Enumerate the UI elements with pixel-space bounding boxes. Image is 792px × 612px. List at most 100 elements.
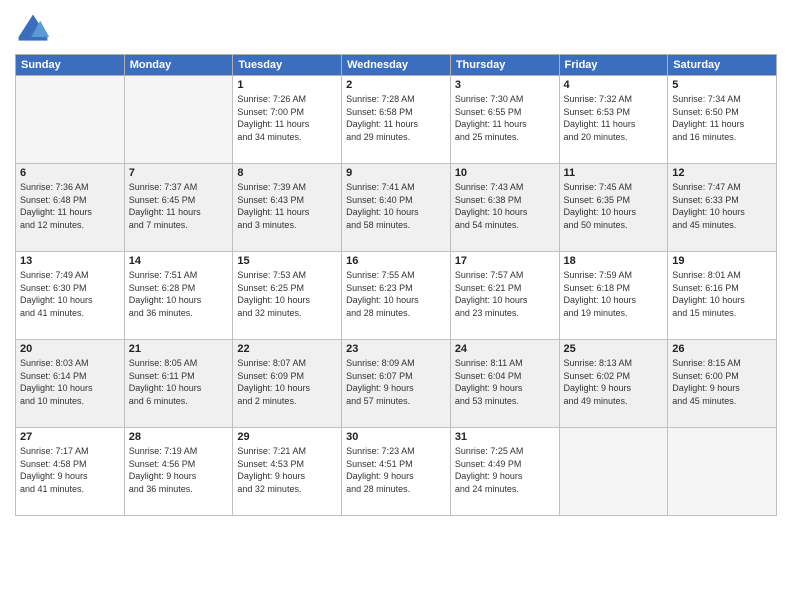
- calendar-cell: [559, 428, 668, 516]
- calendar-cell: 31 Sunrise: 7:25 AM Sunset: 4:49 PM Dayli…: [450, 428, 559, 516]
- calendar-cell: 10 Sunrise: 7:43 AM Sunset: 6:38 PM Dayli…: [450, 164, 559, 252]
- calendar-cell: 26 Sunrise: 8:15 AM Sunset: 6:00 PM Dayli…: [668, 340, 777, 428]
- day-number: 28: [129, 431, 229, 443]
- day-number: 24: [455, 343, 555, 355]
- calendar-cell: 29 Sunrise: 7:21 AM Sunset: 4:53 PM Dayli…: [233, 428, 342, 516]
- day-number: 25: [564, 343, 664, 355]
- day-number: 16: [346, 255, 446, 267]
- day-info: Sunrise: 7:57 AM Sunset: 6:21 PM Dayligh…: [455, 269, 555, 319]
- day-number: 7: [129, 167, 229, 179]
- day-info: Sunrise: 7:53 AM Sunset: 6:25 PM Dayligh…: [237, 269, 337, 319]
- day-info: Sunrise: 7:41 AM Sunset: 6:40 PM Dayligh…: [346, 181, 446, 231]
- day-info: Sunrise: 8:11 AM Sunset: 6:04 PM Dayligh…: [455, 357, 555, 407]
- day-info: Sunrise: 8:01 AM Sunset: 6:16 PM Dayligh…: [672, 269, 772, 319]
- day-info: Sunrise: 7:30 AM Sunset: 6:55 PM Dayligh…: [455, 93, 555, 143]
- day-info: Sunrise: 7:32 AM Sunset: 6:53 PM Dayligh…: [564, 93, 664, 143]
- calendar-row-3: 13 Sunrise: 7:49 AM Sunset: 6:30 PM Dayli…: [16, 252, 777, 340]
- day-number: 10: [455, 167, 555, 179]
- calendar-cell: 1 Sunrise: 7:26 AM Sunset: 7:00 PM Daylig…: [233, 76, 342, 164]
- day-info: Sunrise: 7:25 AM Sunset: 4:49 PM Dayligh…: [455, 445, 555, 495]
- day-info: Sunrise: 7:51 AM Sunset: 6:28 PM Dayligh…: [129, 269, 229, 319]
- day-info: Sunrise: 8:05 AM Sunset: 6:11 PM Dayligh…: [129, 357, 229, 407]
- day-number: 1: [237, 79, 337, 91]
- weekday-header-sunday: Sunday: [16, 55, 125, 76]
- calendar-cell: 23 Sunrise: 8:09 AM Sunset: 6:07 PM Dayli…: [342, 340, 451, 428]
- calendar-cell: 28 Sunrise: 7:19 AM Sunset: 4:56 PM Dayli…: [124, 428, 233, 516]
- calendar-cell: 20Sunrise: 8:03 AM Sunset: 6:14 PM Dayli…: [16, 340, 125, 428]
- calendar-row-4: 20Sunrise: 8:03 AM Sunset: 6:14 PM Dayli…: [16, 340, 777, 428]
- calendar-cell: 13 Sunrise: 7:49 AM Sunset: 6:30 PM Dayli…: [16, 252, 125, 340]
- day-info: Sunrise: 7:23 AM Sunset: 4:51 PM Dayligh…: [346, 445, 446, 495]
- day-number: 4: [564, 79, 664, 91]
- day-info: Sunrise: 7:21 AM Sunset: 4:53 PM Dayligh…: [237, 445, 337, 495]
- calendar-cell: 21 Sunrise: 8:05 AM Sunset: 6:11 PM Dayli…: [124, 340, 233, 428]
- day-number: 3: [455, 79, 555, 91]
- calendar-cell: 25 Sunrise: 8:13 AM Sunset: 6:02 PM Dayli…: [559, 340, 668, 428]
- day-info: Sunrise: 7:45 AM Sunset: 6:35 PM Dayligh…: [564, 181, 664, 231]
- calendar-cell: 16 Sunrise: 7:55 AM Sunset: 6:23 PM Dayli…: [342, 252, 451, 340]
- calendar-cell: 24 Sunrise: 8:11 AM Sunset: 6:04 PM Dayli…: [450, 340, 559, 428]
- day-number: 26: [672, 343, 772, 355]
- day-number: 12: [672, 167, 772, 179]
- day-info: Sunrise: 7:47 AM Sunset: 6:33 PM Dayligh…: [672, 181, 772, 231]
- calendar-cell: 4 Sunrise: 7:32 AM Sunset: 6:53 PM Daylig…: [559, 76, 668, 164]
- day-info: Sunrise: 7:34 AM Sunset: 6:50 PM Dayligh…: [672, 93, 772, 143]
- weekday-header-friday: Friday: [559, 55, 668, 76]
- day-number: 30: [346, 431, 446, 443]
- day-info: Sunrise: 7:55 AM Sunset: 6:23 PM Dayligh…: [346, 269, 446, 319]
- day-number: 23: [346, 343, 446, 355]
- day-info: Sunrise: 7:39 AM Sunset: 6:43 PM Dayligh…: [237, 181, 337, 231]
- calendar-cell: 27 Sunrise: 7:17 AM Sunset: 4:58 PM Dayli…: [16, 428, 125, 516]
- day-info: Sunrise: 7:36 AM Sunset: 6:48 PM Dayligh…: [20, 181, 120, 231]
- day-number: 8: [237, 167, 337, 179]
- day-number: 11: [564, 167, 664, 179]
- day-number: 31: [455, 431, 555, 443]
- logo-icon: [15, 10, 51, 46]
- day-info: Sunrise: 7:37 AM Sunset: 6:45 PM Dayligh…: [129, 181, 229, 231]
- weekday-header-thursday: Thursday: [450, 55, 559, 76]
- day-info: Sunrise: 7:28 AM Sunset: 6:58 PM Dayligh…: [346, 93, 446, 143]
- calendar-row-2: 6Sunrise: 7:36 AM Sunset: 6:48 PM Daylig…: [16, 164, 777, 252]
- day-number: 2: [346, 79, 446, 91]
- calendar-cell: 5 Sunrise: 7:34 AM Sunset: 6:50 PM Daylig…: [668, 76, 777, 164]
- calendar-row-1: 1 Sunrise: 7:26 AM Sunset: 7:00 PM Daylig…: [16, 76, 777, 164]
- weekday-header-monday: Monday: [124, 55, 233, 76]
- day-number: 22: [237, 343, 337, 355]
- day-info: Sunrise: 7:17 AM Sunset: 4:58 PM Dayligh…: [20, 445, 120, 495]
- day-info: Sunrise: 8:15 AM Sunset: 6:00 PM Dayligh…: [672, 357, 772, 407]
- day-number: 14: [129, 255, 229, 267]
- calendar-cell: 8 Sunrise: 7:39 AM Sunset: 6:43 PM Daylig…: [233, 164, 342, 252]
- header: [15, 10, 777, 46]
- weekday-header-wednesday: Wednesday: [342, 55, 451, 76]
- day-info: Sunrise: 7:19 AM Sunset: 4:56 PM Dayligh…: [129, 445, 229, 495]
- weekday-header-row: SundayMondayTuesdayWednesdayThursdayFrid…: [16, 55, 777, 76]
- logo: [15, 10, 55, 46]
- day-number: 17: [455, 255, 555, 267]
- calendar-cell: 19Sunrise: 8:01 AM Sunset: 6:16 PM Dayli…: [668, 252, 777, 340]
- calendar-table: SundayMondayTuesdayWednesdayThursdayFrid…: [15, 54, 777, 516]
- day-info: Sunrise: 7:43 AM Sunset: 6:38 PM Dayligh…: [455, 181, 555, 231]
- day-info: Sunrise: 7:59 AM Sunset: 6:18 PM Dayligh…: [564, 269, 664, 319]
- day-number: 13: [20, 255, 120, 267]
- day-info: Sunrise: 7:26 AM Sunset: 7:00 PM Dayligh…: [237, 93, 337, 143]
- day-number: 27: [20, 431, 120, 443]
- calendar-cell: 18Sunrise: 7:59 AM Sunset: 6:18 PM Dayli…: [559, 252, 668, 340]
- calendar-cell: [16, 76, 125, 164]
- calendar-cell: 14 Sunrise: 7:51 AM Sunset: 6:28 PM Dayli…: [124, 252, 233, 340]
- page: SundayMondayTuesdayWednesdayThursdayFrid…: [0, 0, 792, 612]
- calendar-cell: 30 Sunrise: 7:23 AM Sunset: 4:51 PM Dayli…: [342, 428, 451, 516]
- day-number: 21: [129, 343, 229, 355]
- day-info: Sunrise: 7:49 AM Sunset: 6:30 PM Dayligh…: [20, 269, 120, 319]
- calendar-cell: 22Sunrise: 8:07 AM Sunset: 6:09 PM Dayli…: [233, 340, 342, 428]
- calendar-row-5: 27 Sunrise: 7:17 AM Sunset: 4:58 PM Dayli…: [16, 428, 777, 516]
- day-number: 15: [237, 255, 337, 267]
- day-info: Sunrise: 8:09 AM Sunset: 6:07 PM Dayligh…: [346, 357, 446, 407]
- calendar-cell: 2 Sunrise: 7:28 AM Sunset: 6:58 PM Daylig…: [342, 76, 451, 164]
- day-number: 5: [672, 79, 772, 91]
- day-info: Sunrise: 8:13 AM Sunset: 6:02 PM Dayligh…: [564, 357, 664, 407]
- calendar-cell: 11 Sunrise: 7:45 AM Sunset: 6:35 PM Dayli…: [559, 164, 668, 252]
- calendar-cell: [124, 76, 233, 164]
- day-number: 29: [237, 431, 337, 443]
- calendar-cell: 15 Sunrise: 7:53 AM Sunset: 6:25 PM Dayli…: [233, 252, 342, 340]
- calendar-cell: [668, 428, 777, 516]
